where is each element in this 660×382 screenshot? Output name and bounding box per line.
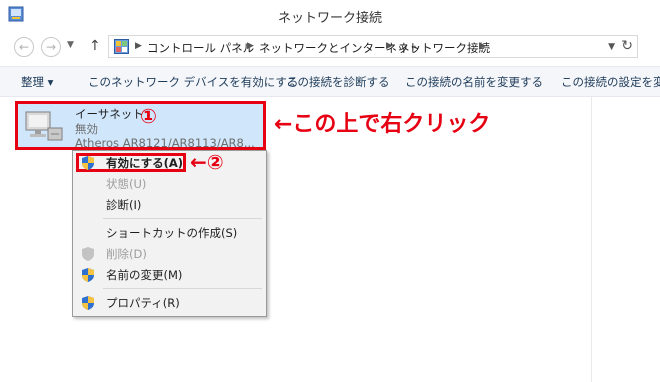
menu-item-rename[interactable]: 名前の変更(M) <box>106 267 182 283</box>
breadcrumb-control-panel[interactable]: コントロール パネル <box>147 40 254 56</box>
menu-item-create-shortcut[interactable]: ショートカットの作成(S) <box>106 225 237 241</box>
menu-separator <box>103 288 262 289</box>
menu-item-delete[interactable]: 削除(D) <box>106 246 147 262</box>
breadcrumb-separator-icon[interactable]: ▶ <box>386 41 393 51</box>
network-adapter-icon <box>25 111 63 141</box>
right-click-hint: ←この上で右クリック <box>274 112 491 137</box>
adapter-driver: Atheros AR8121/AR8113/AR8... <box>75 136 255 150</box>
menu-item-properties[interactable]: プロパティ(R) <box>106 295 180 311</box>
breadcrumb-separator-icon[interactable]: ▶ <box>247 41 254 51</box>
rename-command[interactable]: この接続の名前を変更する <box>405 74 543 90</box>
change-settings-command[interactable]: この接続の設定を変 <box>561 74 660 90</box>
breadcrumb-network-internet[interactable]: ネットワークとインターネット <box>259 40 420 56</box>
breadcrumb-separator-icon[interactable]: ▶ <box>135 41 142 51</box>
up-button[interactable]: ↑ <box>89 38 101 54</box>
refresh-icon[interactable]: ↻ <box>621 38 633 54</box>
context-menu: 有効にする(A) 状態(U) 診断(I) ショートカットの作成(S) 削除(D)… <box>72 150 267 317</box>
enable-device-command[interactable]: このネットワーク デバイスを有効にする <box>88 74 298 90</box>
forward-button[interactable]: → <box>41 37 61 57</box>
menu-item-status[interactable]: 状態(U) <box>106 176 146 192</box>
diagnose-command[interactable]: この接続を診断する <box>286 74 390 90</box>
title-bar: ネットワーク接続 <box>0 0 660 30</box>
organize-menu[interactable]: 整理 ▾ <box>21 74 53 90</box>
address-bar[interactable]: ▶ コントロール パネル ▶ ネットワークとインターネット ▶ ネットワーク接続… <box>108 35 638 58</box>
command-bar: 整理 ▾ このネットワーク デバイスを有効にする この接続を診断する この接続の… <box>0 66 660 97</box>
step-badge-2: ←② <box>190 150 224 174</box>
up-arrow-icon: ↑ <box>89 38 101 54</box>
recent-locations-dropdown[interactable]: ▼ <box>67 40 74 50</box>
menu-item-diagnose[interactable]: 診断(I) <box>106 197 141 213</box>
back-arrow-icon: ← <box>18 40 30 54</box>
step-badge-1: ① <box>140 104 157 128</box>
pane-divider <box>591 96 592 382</box>
uac-shield-icon <box>82 156 94 170</box>
uac-shield-icon <box>82 247 94 261</box>
window-title: ネットワーク接続 <box>277 11 382 26</box>
navigation-bar: ← → ▼ ↑ ▶ コントロール パネル ▶ ネットワークとインターネット ▶ … <box>0 33 660 61</box>
breadcrumb-separator-icon[interactable]: ▶ <box>479 41 486 51</box>
address-dropdown-icon[interactable]: ▼ <box>608 42 615 52</box>
menu-separator <box>103 218 262 219</box>
menu-item-enable[interactable]: 有効にする(A) <box>106 155 183 171</box>
uac-shield-icon <box>82 268 94 282</box>
uac-shield-icon <box>82 296 94 310</box>
breadcrumb-network-connections[interactable]: ネットワーク接続 <box>398 40 490 56</box>
back-button[interactable]: ← <box>14 37 34 57</box>
adapter-name: イーサネット <box>75 107 144 121</box>
adapter-status: 無効 <box>75 122 98 136</box>
forward-arrow-icon: → <box>45 40 57 54</box>
control-panel-icon <box>114 39 129 54</box>
